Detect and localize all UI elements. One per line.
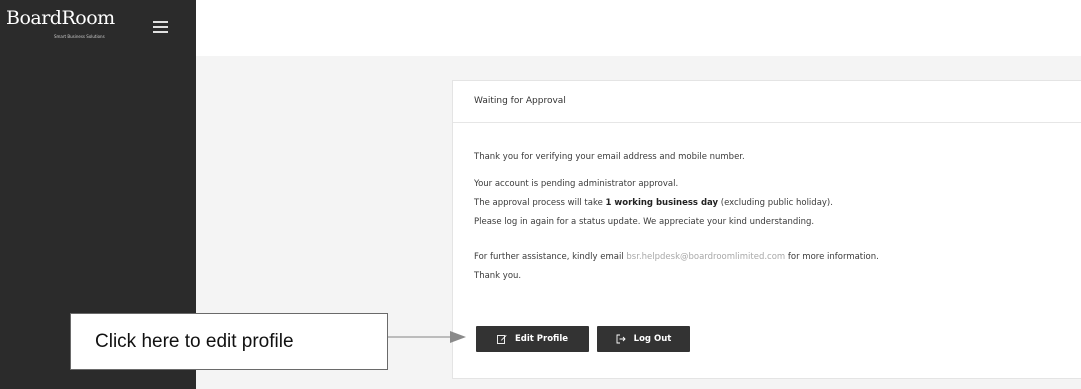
callout-arrow-icon [388, 331, 466, 343]
helpdesk-email-link[interactable]: bsr.helpdesk@boardroomlimited.com [626, 252, 785, 262]
thank-you-message: Thank you. [474, 271, 522, 281]
duration-highlight: 1 working business day [605, 198, 719, 208]
card-title: Waiting for Approval [474, 96, 566, 106]
log-out-label: Log Out [633, 334, 672, 344]
pending-approval-message: Your account is pending administrator ap… [474, 179, 679, 189]
log-out-button[interactable]: Log Out [597, 326, 690, 352]
edit-profile-button[interactable]: Edit Profile [476, 326, 589, 352]
edit-icon [497, 335, 507, 344]
approval-duration-message: The approval process will take 1 working… [474, 198, 833, 208]
hamburger-menu-icon[interactable] [153, 21, 168, 34]
card-header: Waiting for Approval [453, 81, 1081, 123]
callout-text: Click here to edit profile [95, 331, 294, 352]
boardroom-logo[interactable]: BoardRoom Smart Business Solutions [6, 7, 146, 47]
edit-profile-label: Edit Profile [514, 334, 569, 344]
logo-tagline: Smart Business Solutions [54, 34, 105, 39]
logo-text: BoardRoom [6, 7, 115, 29]
verification-message: Thank you for verifying your email addre… [474, 152, 745, 162]
logout-icon [616, 334, 626, 344]
brand-area: BoardRoom Smart Business Solutions [0, 0, 196, 56]
assistance-message: For further assistance, kindly email bsr… [474, 252, 879, 262]
instruction-callout: Click here to edit profile [70, 313, 388, 370]
approval-card: Waiting for Approval Thank you for verif… [452, 80, 1081, 379]
relogin-message: Please log in again for a status update.… [474, 217, 815, 227]
